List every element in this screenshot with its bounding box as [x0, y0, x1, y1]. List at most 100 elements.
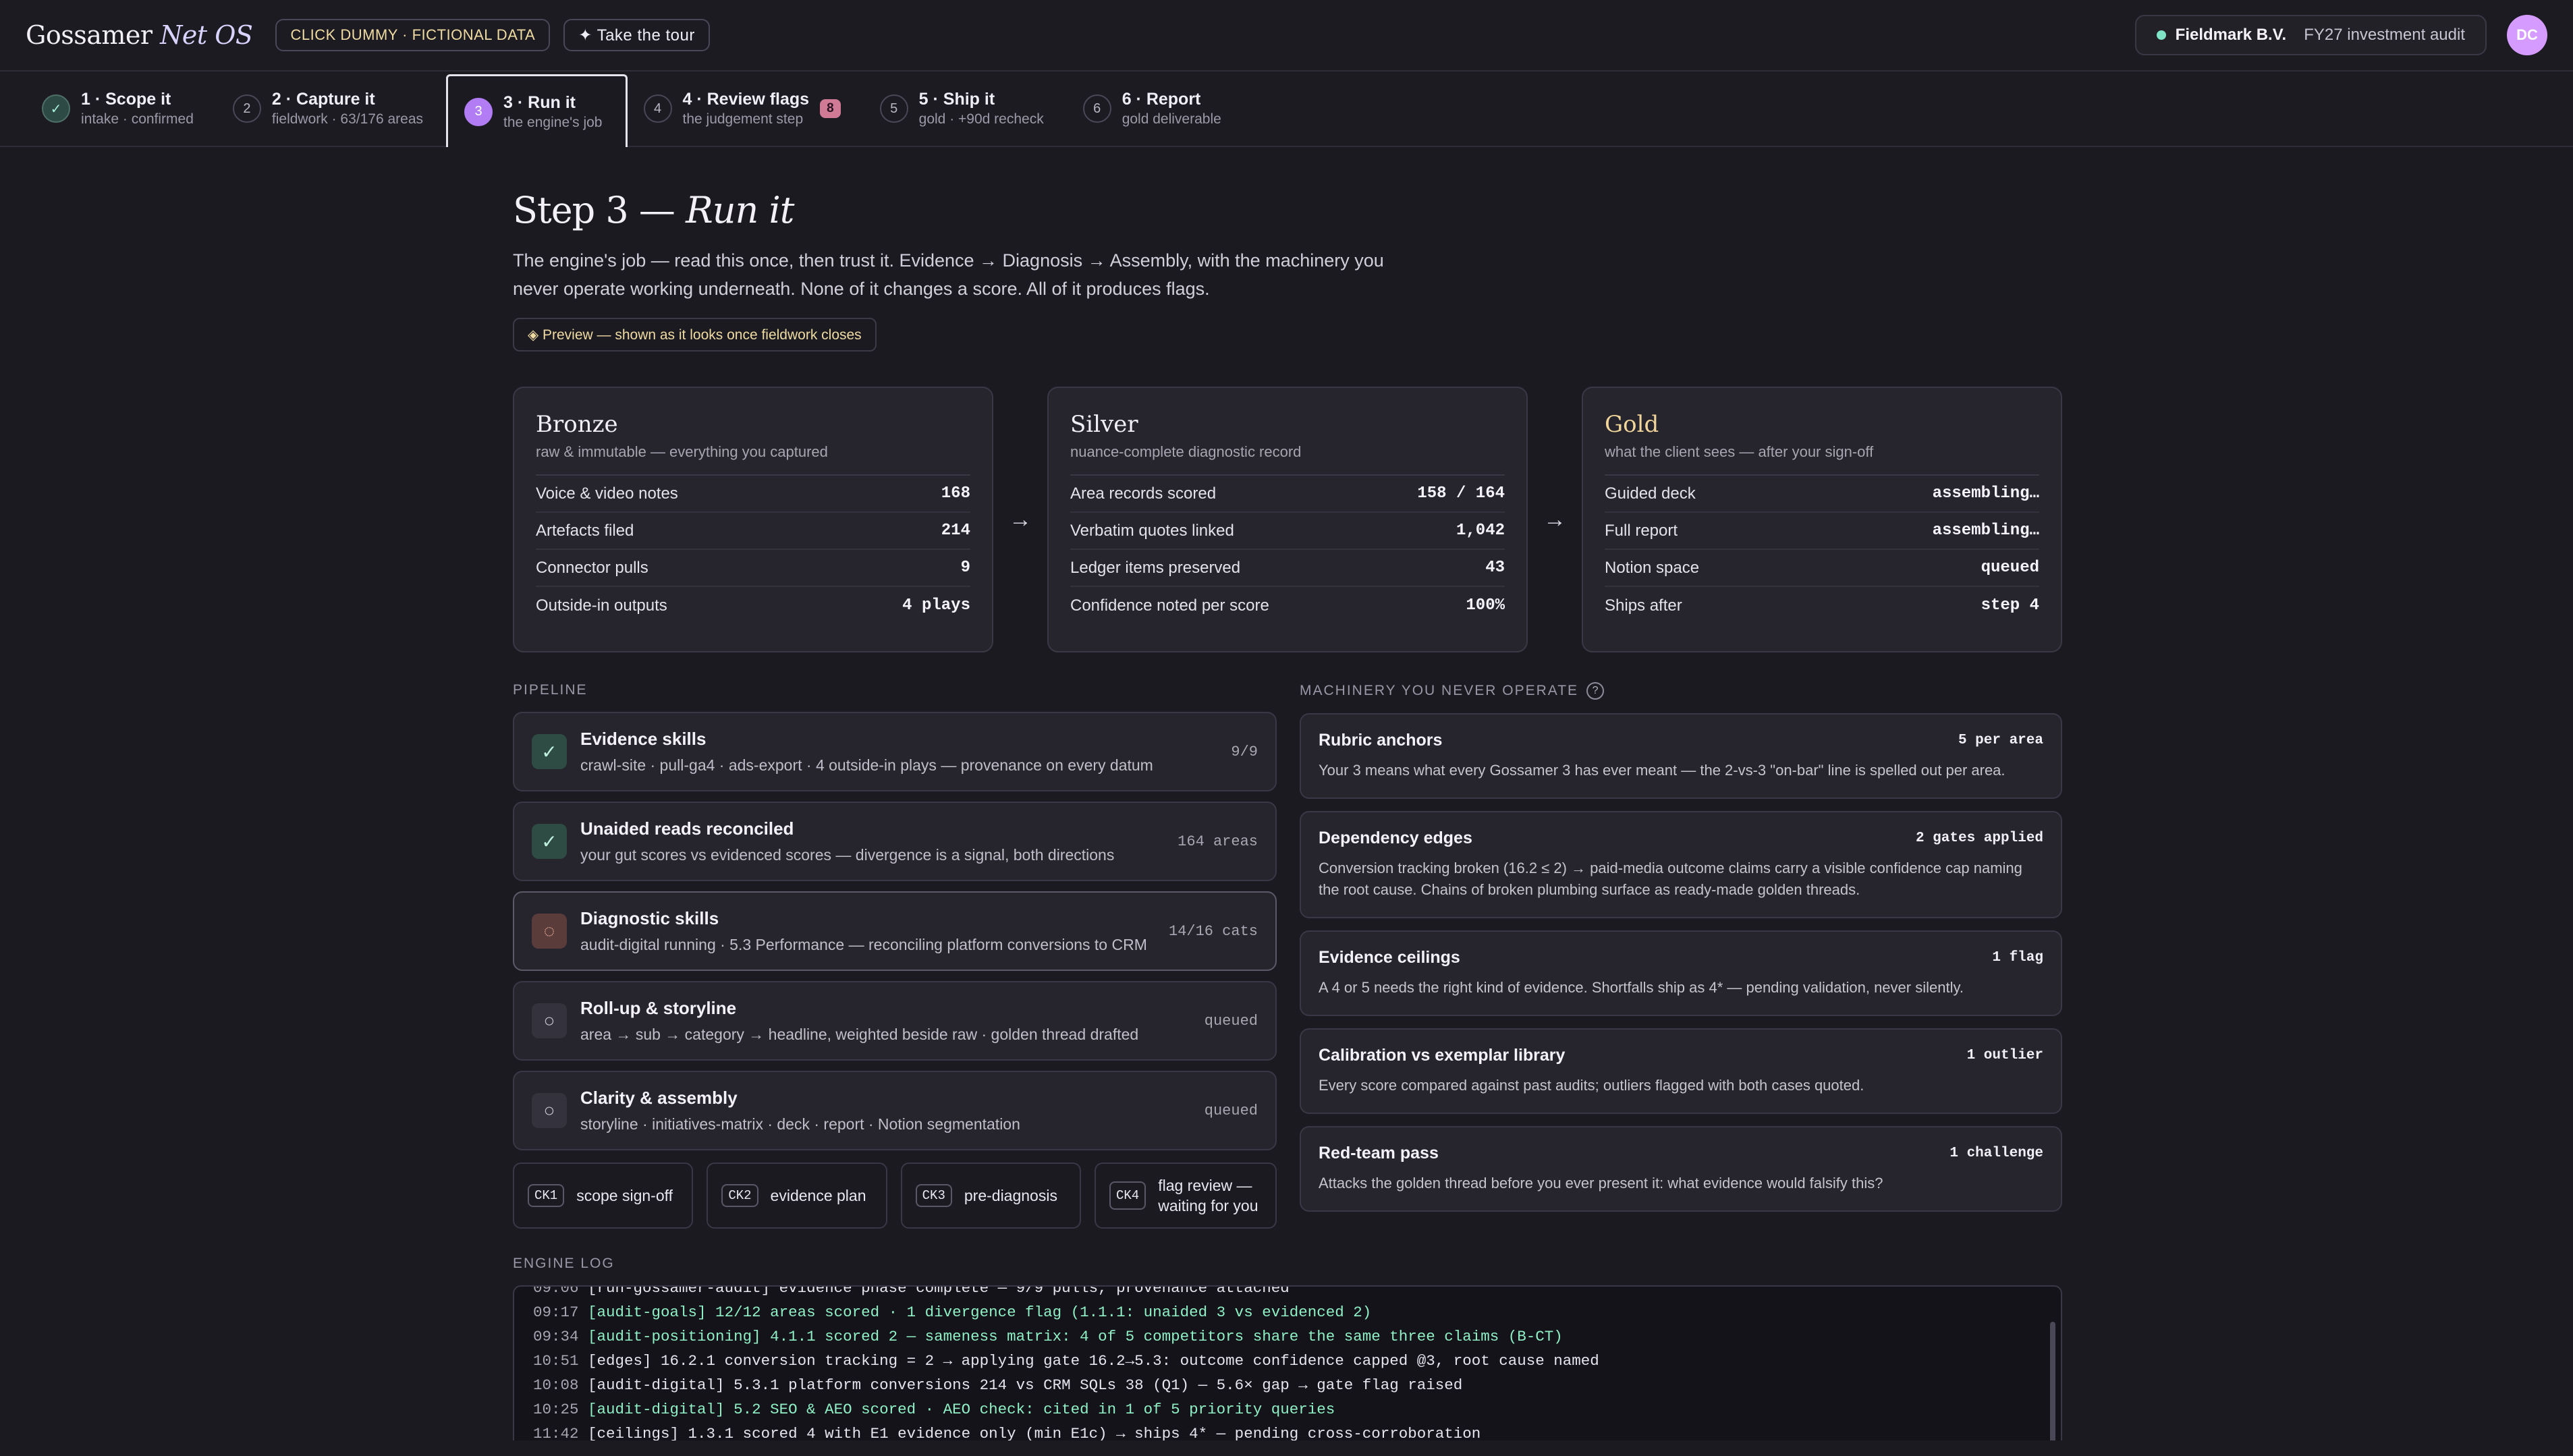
checkpoint-label: flag review — waiting for you	[1158, 1177, 1258, 1214]
step-number: 4	[643, 94, 672, 123]
pipeline-meta: 9/9	[1231, 743, 1258, 760]
checkpoint-label: scope sign-off	[576, 1186, 673, 1204]
step-title: 3 · Run it	[503, 92, 576, 112]
machinery-column: MACHINERY YOU NEVER OPERATE? Rubric anch…	[1300, 682, 2062, 1229]
step-ship[interactable]: 5 5 · Ship it gold · +90d recheck	[864, 72, 1067, 146]
client-name: Fieldmark B.V.	[2175, 26, 2287, 44]
check-icon: ✓	[532, 734, 567, 769]
tier-bronze: Bronze raw & immutable — everything you …	[513, 387, 993, 652]
step-check-icon: ✓	[42, 94, 70, 123]
pipeline-title: Unaided reads reconciled	[580, 818, 794, 839]
machinery-card: Red-team pass 1 challenge Attacks the gol…	[1300, 1126, 2062, 1212]
machinery-card: Calibration vs exemplar library 1 outlier…	[1300, 1028, 2062, 1114]
flag-count-badge: 8	[820, 99, 841, 118]
log-text: [ceilings] 1.3.1 scored 4 with E1 eviden…	[588, 1425, 1481, 1440]
log-text: [audit-positioning] 4.1.1 scored 2 — sam…	[588, 1328, 1563, 1345]
step-sub: gold deliverable	[1122, 111, 1221, 127]
checkpoint-label: evidence plan	[770, 1186, 866, 1204]
log-line: 09:06 [run-gossamer-audit] evidence phas…	[533, 1287, 2042, 1300]
engine-log[interactable]: 09:06 [run-gossamer-audit] evidence phas…	[513, 1285, 2062, 1440]
tier-title: Silver	[1070, 411, 1138, 438]
log-line: 10:25 [audit-digital] 5.2 SEO & AEO scor…	[533, 1397, 2042, 1422]
checkpoint-tag: CK2	[721, 1184, 758, 1207]
checkpoint-ck3[interactable]: CK3 pre-diagnosis	[900, 1163, 1081, 1229]
log-text: [audit-digital] 5.3.1 platform conversio…	[588, 1376, 1463, 1394]
step-scope[interactable]: ✓ 1 · Scope it intake · confirmed	[26, 72, 217, 146]
tier-row: Artefacts filed 214	[536, 513, 970, 550]
tier-sub: raw & immutable — everything you capture…	[536, 443, 970, 476]
pipeline-label: PIPELINE	[513, 682, 588, 698]
step-number: 2	[232, 94, 261, 123]
step-report[interactable]: 6 6 · Report gold deliverable	[1067, 72, 1244, 146]
pipeline-title: Diagnostic skills	[580, 908, 719, 928]
machinery-title: Evidence ceilings	[1319, 948, 1460, 967]
log-text: [audit-goals] 12/12 areas scored · 1 div…	[588, 1304, 1372, 1321]
machinery-value: 1 flag	[1992, 950, 2043, 965]
machinery-title: Red-team pass	[1319, 1144, 1439, 1163]
page-lede: The engine's job — read this once, then …	[513, 250, 1384, 299]
pipeline-item-clarity[interactable]: ○ Clarity & assembly storyline · initiati…	[513, 1071, 1277, 1150]
client-selector[interactable]: Fieldmark B.V. FY27 investment audit	[2134, 15, 2487, 55]
pipeline-sub: storyline · initiatives-matrix · deck · …	[580, 1115, 1020, 1133]
log-line: 10:08 [audit-digital] 5.3.1 platform con…	[533, 1373, 2042, 1397]
step-number: 5	[879, 94, 908, 123]
tier-row: Ledger items preserved 43	[1070, 550, 1505, 587]
main-content: Step 3 — Run it The engine's job — read …	[513, 147, 2062, 1440]
log-scrollbar[interactable]	[2050, 1322, 2055, 1440]
step-title: 4 · Review flags	[682, 90, 810, 109]
status-dot-icon	[2156, 30, 2166, 40]
step-sub: the judgement step	[682, 111, 804, 127]
pipeline-title: Roll-up & storyline	[580, 998, 737, 1018]
page-title: Step 3 — Run it	[513, 189, 794, 231]
checkpoint-ck2[interactable]: CK2 evidence plan	[707, 1163, 887, 1229]
spinner-icon: ◌	[532, 914, 567, 949]
machinery-desc: Attacks the golden thread before you eve…	[1319, 1175, 1883, 1192]
avatar[interactable]: DC	[2507, 15, 2547, 55]
machinery-desc: Every score compared against past audits…	[1319, 1077, 1864, 1094]
step-sub: intake · confirmed	[81, 111, 194, 127]
two-columns: PIPELINE ✓ Evidence skills crawl-site · p…	[513, 682, 2062, 1229]
step-title: 5 · Ship it	[918, 90, 995, 109]
log-line: 11:42 [ceilings] 1.3.1 scored 4 with E1 …	[533, 1422, 2042, 1440]
machinery-title: Calibration vs exemplar library	[1319, 1046, 1566, 1065]
machinery-desc: A 4 or 5 needs the right kind of evidenc…	[1319, 979, 1964, 996]
check-icon: ✓	[532, 824, 567, 859]
pipeline-item-diagnostic[interactable]: ◌ Diagnostic skills audit-digital running…	[513, 891, 1277, 971]
machinery-desc: Your 3 means what every Gossamer 3 has e…	[1319, 762, 2005, 779]
step-number: 6	[1082, 94, 1111, 123]
tier-sub: what the client sees — after your sign-o…	[1605, 443, 2039, 476]
tier-title: Bronze	[536, 411, 618, 438]
tier-title: Gold	[1605, 411, 1659, 438]
machinery-value: 5 per area	[1958, 733, 2043, 748]
checkpoint-tag: CK1	[528, 1184, 565, 1207]
step-review[interactable]: 4 4 · Review flags the judgement step 8	[628, 72, 864, 146]
machinery-desc: Conversion tracking broken (16.2 ≤ 2) → …	[1319, 860, 2022, 898]
pipeline-item-rollup[interactable]: ○ Roll-up & storyline area → sub → catego…	[513, 981, 1277, 1061]
log-time: 11:42	[533, 1425, 579, 1440]
tier-gold: Gold what the client sees — after your s…	[1582, 387, 2062, 652]
log-line: 09:17 [audit-goals] 12/12 areas scored ·…	[533, 1300, 2042, 1324]
pipeline-sub: audit-digital running · 5.3 Performance …	[580, 936, 1147, 953]
pipeline-sub: area → sub → category → headline, weight…	[580, 1026, 1139, 1043]
tier-row: Notion space queued	[1605, 550, 2039, 587]
step-run[interactable]: 3 3 · Run it the engine's job	[446, 74, 628, 147]
pipeline-item-evidence[interactable]: ✓ Evidence skills crawl-site · pull-ga4 ·…	[513, 712, 1277, 791]
pipeline-meta: queued	[1204, 1102, 1258, 1119]
log-time: 10:51	[533, 1352, 579, 1370]
step-capture[interactable]: 2 2 · Capture it fieldwork · 63/176 areas	[217, 72, 446, 146]
machinery-title: Dependency edges	[1319, 829, 1472, 847]
tier-sub: nuance-complete diagnostic record	[1070, 443, 1505, 476]
checkpoint-ck4[interactable]: CK4 flag review — waiting for you	[1094, 1163, 1277, 1229]
pipeline-item-unaided[interactable]: ✓ Unaided reads reconciled your gut score…	[513, 802, 1277, 881]
pipeline-sub: crawl-site · pull-ga4 · ads-export · 4 o…	[580, 756, 1153, 774]
checkpoint-ck1[interactable]: CK1 scope sign-off	[513, 1163, 694, 1229]
machinery-value: 1 outlier	[1966, 1048, 2043, 1063]
dummy-badge: CLICK DUMMY · FICTIONAL DATA	[275, 19, 551, 51]
tier-row: Guided deck assembling…	[1605, 476, 2039, 513]
arrow-right-icon: →	[1009, 506, 1032, 532]
tier-silver: Silver nuance-complete diagnostic record…	[1047, 387, 1528, 652]
brand-logo[interactable]: Gossamer Net OS	[26, 20, 253, 50]
tier-row: Confidence noted per score 100%	[1070, 596, 1505, 615]
help-icon[interactable]: ?	[1586, 682, 1605, 700]
take-tour-button[interactable]: ✦ Take the tour	[563, 19, 710, 51]
